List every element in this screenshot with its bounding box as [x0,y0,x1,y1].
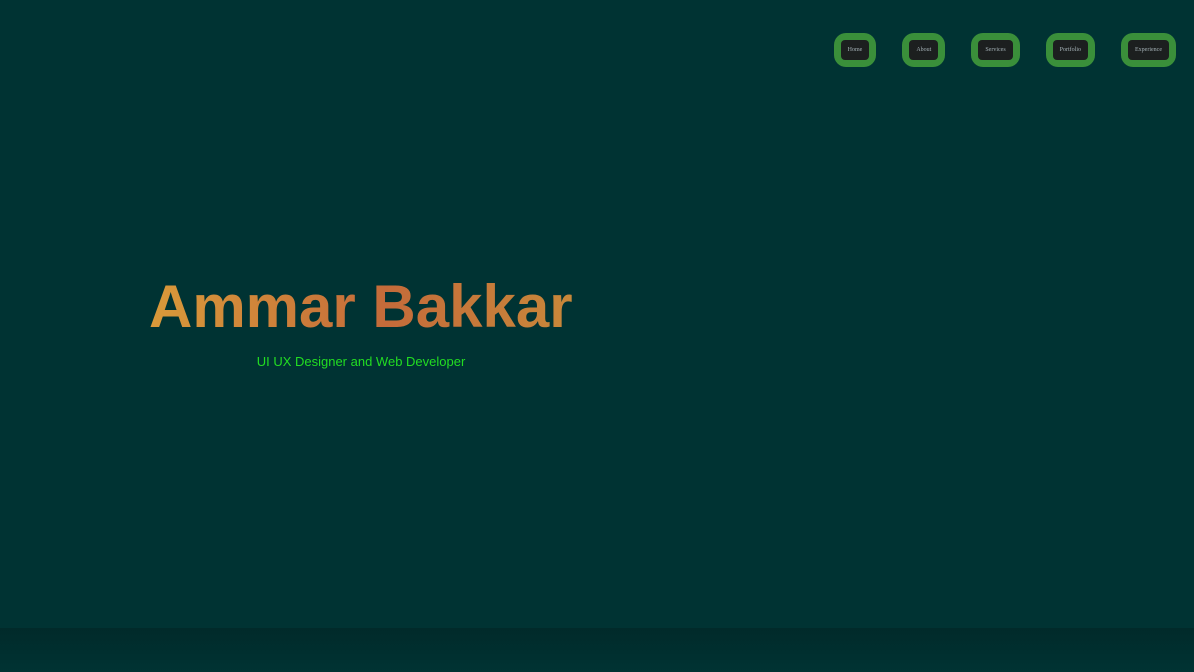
nav-services-label: Services [978,40,1013,60]
nav-home-label: Home [840,40,870,60]
hero-name-heading: Ammar Bakkar [149,272,579,342]
footer-strip [0,628,1194,672]
nav-portfolio-button[interactable]: Portfolio [1045,33,1096,67]
top-navigation: Home About Services Portfolio Experience [833,33,1176,67]
nav-experience-button[interactable]: Experience [1121,33,1176,67]
nav-services-button[interactable]: Services [971,33,1020,67]
nav-about-label: About [909,40,939,60]
nav-portfolio-label: Portfolio [1052,40,1089,60]
nav-home-button[interactable]: Home [833,33,877,67]
nav-experience-label: Experience [1128,40,1169,60]
nav-about-button[interactable]: About [902,33,946,67]
hero-subtitle: UI UX Designer and Web Developer [256,354,466,369]
